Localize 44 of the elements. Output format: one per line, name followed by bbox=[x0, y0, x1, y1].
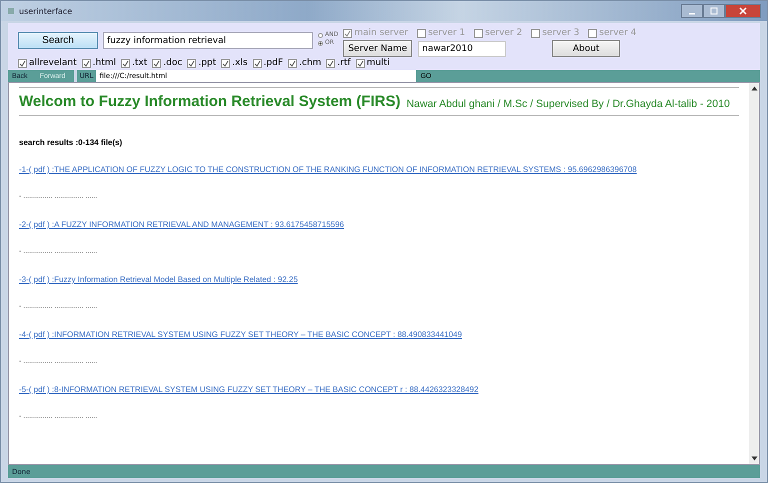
maximize-button[interactable] bbox=[703, 4, 725, 18]
minimize-button[interactable] bbox=[681, 4, 703, 18]
maximize-icon bbox=[710, 7, 718, 15]
file-type-checkbox[interactable]: multi bbox=[356, 58, 390, 68]
file-type-checkbox[interactable]: .txt bbox=[121, 58, 148, 68]
check-icon bbox=[327, 60, 334, 66]
check-icon bbox=[344, 30, 352, 36]
author-byline: Nawar Abdul ghani / M.Sc / Supervised By / Dr.Ghayda Al-talib - 2010 bbox=[406, 98, 730, 110]
check-icon bbox=[222, 60, 230, 66]
close-button[interactable] bbox=[725, 4, 761, 18]
file-type-checkbox[interactable]: .doc bbox=[152, 58, 182, 68]
result-link[interactable]: -4-( pdf ) :INFORMATION RETRIEVAL SYSTEM USING FUZZY SET THEORY – THE BASIC CONCEPT : 88.490833441049 bbox=[19, 330, 462, 339]
page-title: Welcom to Fuzzy Information Retrieval System (FIRS) bbox=[19, 93, 400, 110]
scroll-down-icon bbox=[750, 456, 758, 461]
file-type-checkbox[interactable]: .rtf bbox=[326, 58, 351, 68]
check-icon bbox=[19, 60, 26, 66]
check-icon bbox=[122, 60, 130, 66]
check-icon bbox=[356, 60, 364, 66]
results-summary: search results :0-134 file(s) bbox=[19, 138, 122, 147]
file-type-checkbox[interactable]: .ppt bbox=[187, 58, 216, 68]
check-icon bbox=[289, 60, 296, 66]
file-type-checkbox[interactable]: .chm bbox=[288, 58, 322, 68]
result-link[interactable]: -3-( pdf ) :Fuzzy Information Retrieval Model Based on Multiple Related : 92.25 bbox=[19, 275, 298, 284]
file-type-checkbox[interactable]: .xls bbox=[221, 58, 248, 68]
check-icon bbox=[153, 60, 160, 66]
scrollbar[interactable] bbox=[749, 83, 759, 464]
scroll-up-icon bbox=[750, 86, 758, 91]
server-name-button[interactable]: Server Name bbox=[343, 40, 412, 57]
result-link[interactable]: -1-( pdf ) :THE APPLICATION OF FUZZY LOGIC TO THE CONSTRUCTION OF THE RANKING FUNCTION OF INFORMATION RETRIEVAL SYSTEMS : 95.6962986396708 bbox=[19, 165, 637, 174]
about-button[interactable]: About bbox=[552, 40, 620, 57]
file-type-checkbox[interactable]: .pdF bbox=[252, 58, 284, 68]
check-icon bbox=[254, 60, 261, 66]
close-icon bbox=[739, 7, 747, 15]
search-field[interactable]: fuzzy information retrieval bbox=[103, 32, 313, 49]
window-title: userinterface bbox=[19, 6, 72, 16]
check-icon bbox=[82, 60, 90, 66]
file-type-checkbox[interactable]: .html bbox=[82, 58, 116, 68]
app-icon bbox=[7, 7, 15, 15]
server-name-field[interactable]: nawar2010 bbox=[418, 40, 506, 56]
result-link[interactable]: -2-( pdf ) :A FUZZY INFORMATION RETRIEVAL AND MANAGEMENT : 93.6175458715596 bbox=[19, 220, 344, 229]
check-icon bbox=[188, 60, 196, 66]
search-button[interactable]: Search bbox=[18, 32, 98, 49]
result-link[interactable]: -5-( pdf ) :8-INFORMATION RETRIEVAL SYSTEM USING FUZZY SET THEORY – THE BASIC CONCEPT r : 88.4426323328492 bbox=[19, 385, 478, 394]
file-type-checkbox[interactable]: allrevelant bbox=[18, 58, 77, 68]
